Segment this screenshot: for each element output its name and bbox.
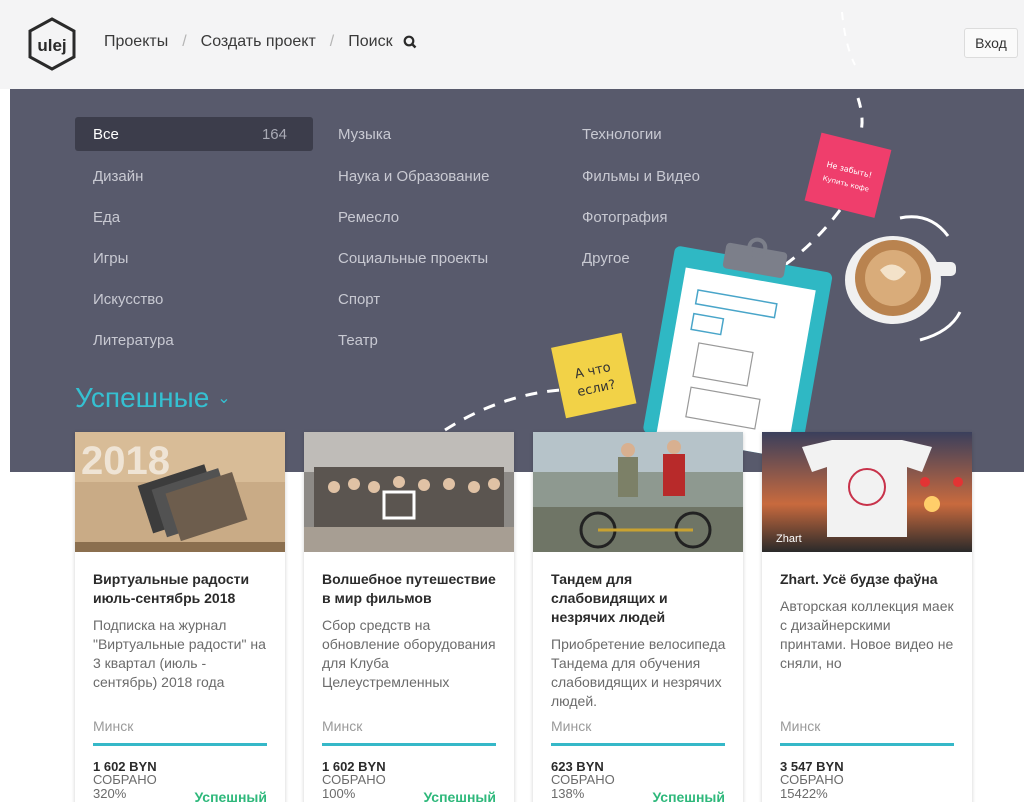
category-science-education[interactable]: Наука и Образование	[320, 159, 558, 193]
successful-filter-dropdown[interactable]: Успешные ⌄	[75, 382, 231, 414]
project-title[interactable]: Волшебное путешествие в мир фильмов	[304, 552, 514, 608]
project-funded-percent: СОБРАНО 320%	[93, 772, 157, 801]
category-food[interactable]: Еда	[75, 200, 313, 234]
zhart-watermark-text: Zhart	[776, 533, 802, 545]
category-design[interactable]: Дизайн	[75, 159, 313, 193]
category-theatre[interactable]: Театр	[320, 323, 558, 357]
category-photography[interactable]: Фотография	[564, 200, 802, 234]
project-city: Минск	[551, 718, 592, 734]
project-funded-percent: СОБРАНО 15422%	[780, 772, 844, 801]
ulej-logo[interactable]: ulej	[26, 17, 78, 71]
project-card[interactable]: Тандем для слабовидящих и незрячих людей…	[533, 432, 743, 802]
category-all-count: 164	[261, 125, 287, 143]
category-film-video[interactable]: Фильмы и Видео	[564, 159, 802, 193]
nav-search-link[interactable]: Поиск	[348, 33, 392, 51]
chevron-down-icon: ⌄	[217, 390, 231, 407]
project-image-group-photo[interactable]	[304, 432, 514, 552]
project-image-tshirt[interactable]: Zhart	[762, 432, 972, 552]
project-description: Сбор средств на обновление оборудования …	[322, 617, 496, 690]
project-image-tandem-bike[interactable]	[533, 432, 743, 552]
project-funded-percent: СОБРАНО 138%	[551, 772, 615, 801]
section-title: Успешные	[75, 382, 210, 413]
top-navigation: ulej Проекты / Создать проект / Поиск Вх…	[0, 0, 1024, 89]
status-badge: Успешный	[652, 789, 725, 802]
project-card[interactable]: 2018 Виртуальные радости июль-сентябрь 2…	[75, 432, 285, 802]
main-nav: Проекты / Создать проект / Поиск	[104, 33, 417, 51]
nav-separator: /	[182, 33, 187, 50]
project-funded-percent: СОБРАНО 100%	[322, 772, 386, 801]
project-card[interactable]: Zhart Zhart. Усё будзе фаўна Авторская к…	[762, 432, 972, 802]
login-button[interactable]: Вход	[964, 28, 1018, 58]
funding-progress-bar	[93, 743, 267, 746]
category-sport[interactable]: Спорт	[320, 282, 558, 316]
category-technology[interactable]: Технологии	[564, 117, 802, 151]
project-city: Минск	[322, 718, 363, 734]
funding-progress-bar	[551, 743, 725, 746]
project-description: Авторская коллекция маек с дизайнерскими…	[780, 598, 954, 671]
category-games[interactable]: Игры	[75, 241, 313, 275]
category-social-projects[interactable]: Социальные проекты	[320, 241, 558, 275]
svg-text:ulej: ulej	[37, 36, 66, 55]
project-title[interactable]: Zhart. Усё будзе фаўна	[762, 552, 972, 589]
project-description: Приобретение велосипеда Тандема для обуч…	[551, 636, 726, 709]
status-badge: Успешный	[423, 789, 496, 802]
nav-projects-link[interactable]: Проекты	[104, 33, 168, 51]
project-title[interactable]: Виртуальные радости июль-сентябрь 2018	[75, 552, 285, 608]
category-all-label: Все	[93, 125, 119, 143]
magazine-year-text: 2018	[81, 439, 170, 483]
project-title[interactable]: Тандем для слабовидящих и незрячих людей	[533, 552, 743, 627]
category-music[interactable]: Музыка	[320, 117, 558, 151]
category-art[interactable]: Искусство	[75, 282, 313, 316]
project-card[interactable]: Волшебное путешествие в мир фильмов Сбор…	[304, 432, 514, 802]
search-icon[interactable]	[403, 35, 417, 49]
category-literature[interactable]: Литература	[75, 323, 313, 357]
category-all[interactable]: Все 164	[75, 117, 313, 151]
funding-progress-bar	[322, 743, 496, 746]
funding-progress-bar	[780, 743, 954, 746]
project-city: Минск	[93, 718, 134, 734]
nav-separator: /	[329, 33, 335, 50]
project-description: Подписка на журнал "Виртуальные радости"…	[93, 617, 266, 690]
project-image-magazine[interactable]: 2018	[75, 432, 285, 552]
status-badge: Успешный	[194, 789, 267, 802]
project-city: Минск	[780, 718, 821, 734]
category-craft[interactable]: Ремесло	[320, 200, 558, 234]
nav-create-project-link[interactable]: Создать проект	[201, 33, 316, 51]
category-other[interactable]: Другое	[564, 241, 802, 275]
